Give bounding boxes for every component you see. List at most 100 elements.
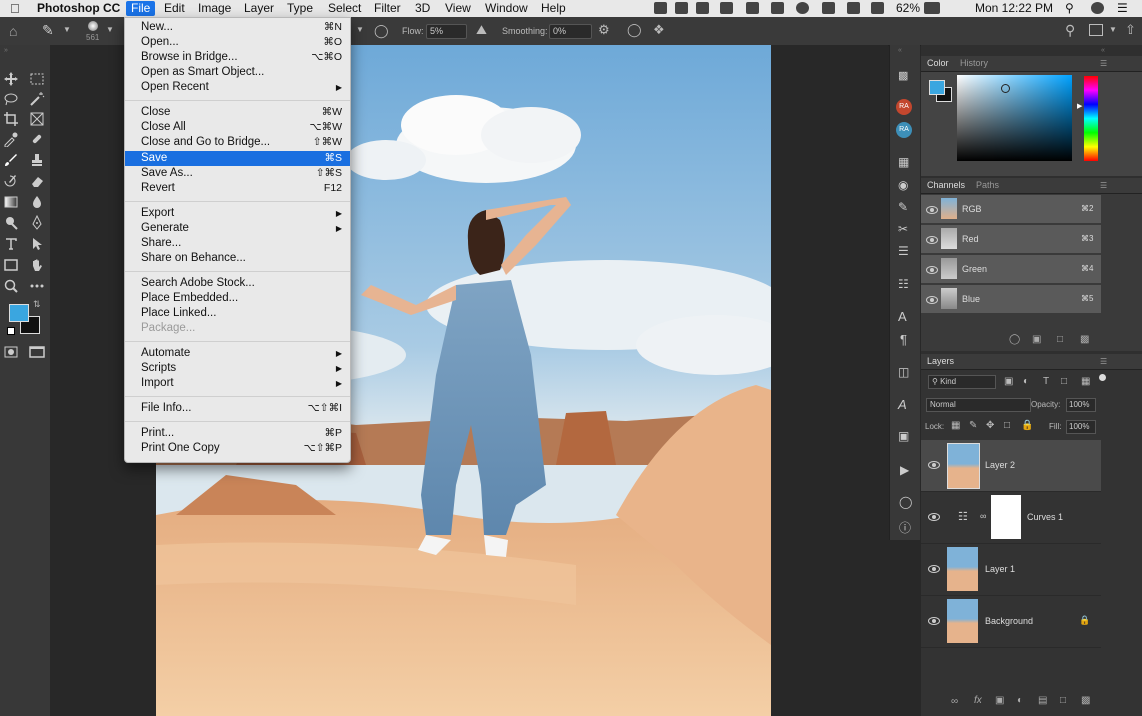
screen-icon[interactable] <box>746 2 759 14</box>
layer-row[interactable]: Layer 1 <box>921 544 1101 596</box>
menu-filter[interactable]: Filter <box>374 1 401 16</box>
new-channel-icon[interactable]: □ <box>1057 334 1063 345</box>
new-group-icon[interactable]: ▤ <box>1038 695 1047 706</box>
foreground-color-swatch[interactable] <box>9 304 29 322</box>
channel-row[interactable]: RGB ⌘2 <box>921 195 1101 224</box>
crop-tool-icon[interactable] <box>3 111 19 127</box>
more-tools-icon[interactable] <box>29 278 45 294</box>
tab-channels[interactable]: Channels <box>927 180 965 190</box>
new-layer-icon[interactable]: □ <box>1060 695 1066 706</box>
menu-item[interactable]: Save ⌘S <box>125 151 350 166</box>
blend-mode-select[interactable]: Normal <box>926 398 1031 412</box>
dropbox-icon[interactable] <box>654 2 667 14</box>
wifi-icon[interactable] <box>847 2 860 14</box>
airbrush-icon[interactable]: ⛰ <box>476 22 487 38</box>
tab-layers[interactable]: Layers <box>927 356 954 366</box>
menu-item[interactable]: Revert F12 <box>125 181 350 196</box>
visibility-eye-icon[interactable] <box>928 513 940 521</box>
menu-item[interactable]: Open... ⌘O <box>125 35 350 50</box>
menu-window[interactable]: Window <box>485 1 528 16</box>
fx-icon[interactable]: fx <box>974 695 982 706</box>
adjustments-icon[interactable]: ☰ <box>898 244 909 258</box>
home-icon[interactable]: ⌂ <box>9 23 17 39</box>
default-colors-icon[interactable] <box>7 327 15 335</box>
lasso-tool-icon[interactable] <box>3 91 19 107</box>
brush-settings-icon[interactable]: ✎ <box>898 200 908 214</box>
character-icon[interactable]: A <box>898 309 907 324</box>
properties-icon[interactable]: ☷ <box>898 277 909 291</box>
healing-brush-tool-icon[interactable] <box>29 131 45 147</box>
menu-view[interactable]: View <box>445 1 471 16</box>
battery-percent[interactable]: 62% <box>896 1 920 16</box>
menu-item[interactable]: Open as Smart Object... <box>125 65 350 80</box>
spotlight-icon[interactable]: ⚲ <box>1065 1 1074 16</box>
channel-row[interactable]: Red ⌘3 <box>921 225 1101 254</box>
visibility-eye-icon[interactable] <box>928 565 940 573</box>
hue-slider[interactable] <box>1084 76 1098 161</box>
add-mask-icon[interactable]: ▣ <box>995 695 1004 706</box>
lock-pixels-icon[interactable]: ✎ <box>969 420 977 431</box>
pen-tool-icon[interactable] <box>29 214 45 231</box>
brush-tool-icon[interactable]: ✎ <box>42 22 54 39</box>
lock-position-icon[interactable]: ✥ <box>986 420 994 431</box>
menu-item[interactable]: Browse in Bridge... ⌥⌘O <box>125 50 350 65</box>
lock-all-icon[interactable]: 🔒 <box>1021 420 1033 431</box>
rectangle-tool-icon[interactable] <box>3 257 19 273</box>
volume-icon[interactable] <box>871 2 884 14</box>
visibility-eye-icon[interactable] <box>926 266 938 274</box>
menu-item[interactable]: New... ⌘N <box>125 20 350 35</box>
menu-item[interactable]: Share... <box>125 236 350 251</box>
filter-toggle-icon[interactable] <box>1099 374 1106 381</box>
adobe-icon[interactable] <box>675 2 688 14</box>
frame-tool-icon[interactable] <box>29 111 45 127</box>
mask-link-icon[interactable]: ∞ <box>980 511 986 521</box>
history-state-icon[interactable]: RA <box>896 99 912 115</box>
strip-collapse-icon[interactable]: « <box>898 47 902 54</box>
glyphs-icon[interactable]: A <box>898 397 907 412</box>
menu-item[interactable]: Close ⌘W <box>125 105 350 120</box>
menu-image[interactable]: Image <box>198 1 231 16</box>
dodge-tool-icon[interactable] <box>3 215 19 231</box>
lock-transparent-icon[interactable]: ▦ <box>951 420 960 431</box>
menu-help[interactable]: Help <box>541 1 566 16</box>
menu-file[interactable]: File <box>126 1 156 16</box>
menu-item[interactable]: Save As... ⇧⌘S <box>125 166 350 181</box>
menu-select[interactable]: Select <box>328 1 361 16</box>
load-selection-icon[interactable]: ◯ <box>1009 334 1020 345</box>
brush-preset-icon[interactable] <box>88 21 98 31</box>
opacity-input[interactable]: 100% <box>1066 398 1096 412</box>
chevron-down-icon[interactable]: ▼ <box>63 25 71 34</box>
new-adjustment-layer-icon[interactable]: ◐ <box>1017 695 1023 706</box>
visibility-eye-icon[interactable] <box>926 296 938 304</box>
layer-name[interactable]: Curves 1 <box>1027 512 1063 522</box>
info-icon[interactable]: ⓘ <box>899 519 911 536</box>
swap-colors-icon[interactable]: ⇅ <box>33 299 41 310</box>
gradient-tool-icon[interactable] <box>3 194 19 210</box>
layer-filter-select[interactable]: ⚲ Kind <box>928 375 996 389</box>
mask-icon[interactable] <box>696 2 709 14</box>
quick-mask-icon[interactable] <box>3 344 19 360</box>
layer-name[interactable]: Layer 2 <box>985 460 1015 470</box>
bluetooth-icon[interactable] <box>822 2 835 14</box>
app-icon[interactable] <box>720 2 733 14</box>
navigator-icon[interactable]: ◉ <box>898 178 908 192</box>
hue-slider-arrow-icon[interactable]: ▶ <box>1077 102 1082 110</box>
menu-item[interactable]: Place Linked... <box>125 306 350 321</box>
pressure-opacity-icon[interactable]: ◯ <box>374 23 389 39</box>
link-layers-icon[interactable]: ∞ <box>951 696 958 707</box>
collapse-icon[interactable]: » <box>4 47 8 54</box>
menu-item[interactable]: Generate ▶ <box>125 221 350 236</box>
panel-menu-icon[interactable]: ☰ <box>1100 181 1107 190</box>
eraser-tool-icon[interactable] <box>29 173 45 189</box>
history-brush-tool-icon[interactable] <box>3 173 19 189</box>
workspace-icon[interactable] <box>1089 24 1103 36</box>
menu-item[interactable]: Share on Behance... <box>125 251 350 266</box>
brush-preset-chevron-icon[interactable]: ▼ <box>106 25 114 34</box>
share-icon[interactable]: ⇧ <box>1125 22 1136 38</box>
menu-3d[interactable]: 3D <box>415 1 430 16</box>
workspace-chevron-icon[interactable]: ▼ <box>1109 25 1117 34</box>
layer-row[interactable]: Background 🔒 <box>921 596 1101 648</box>
tab-history[interactable]: History <box>960 58 988 68</box>
menu-item[interactable]: Scripts ▶ <box>125 361 350 376</box>
brush-tool-icon[interactable] <box>3 152 19 168</box>
